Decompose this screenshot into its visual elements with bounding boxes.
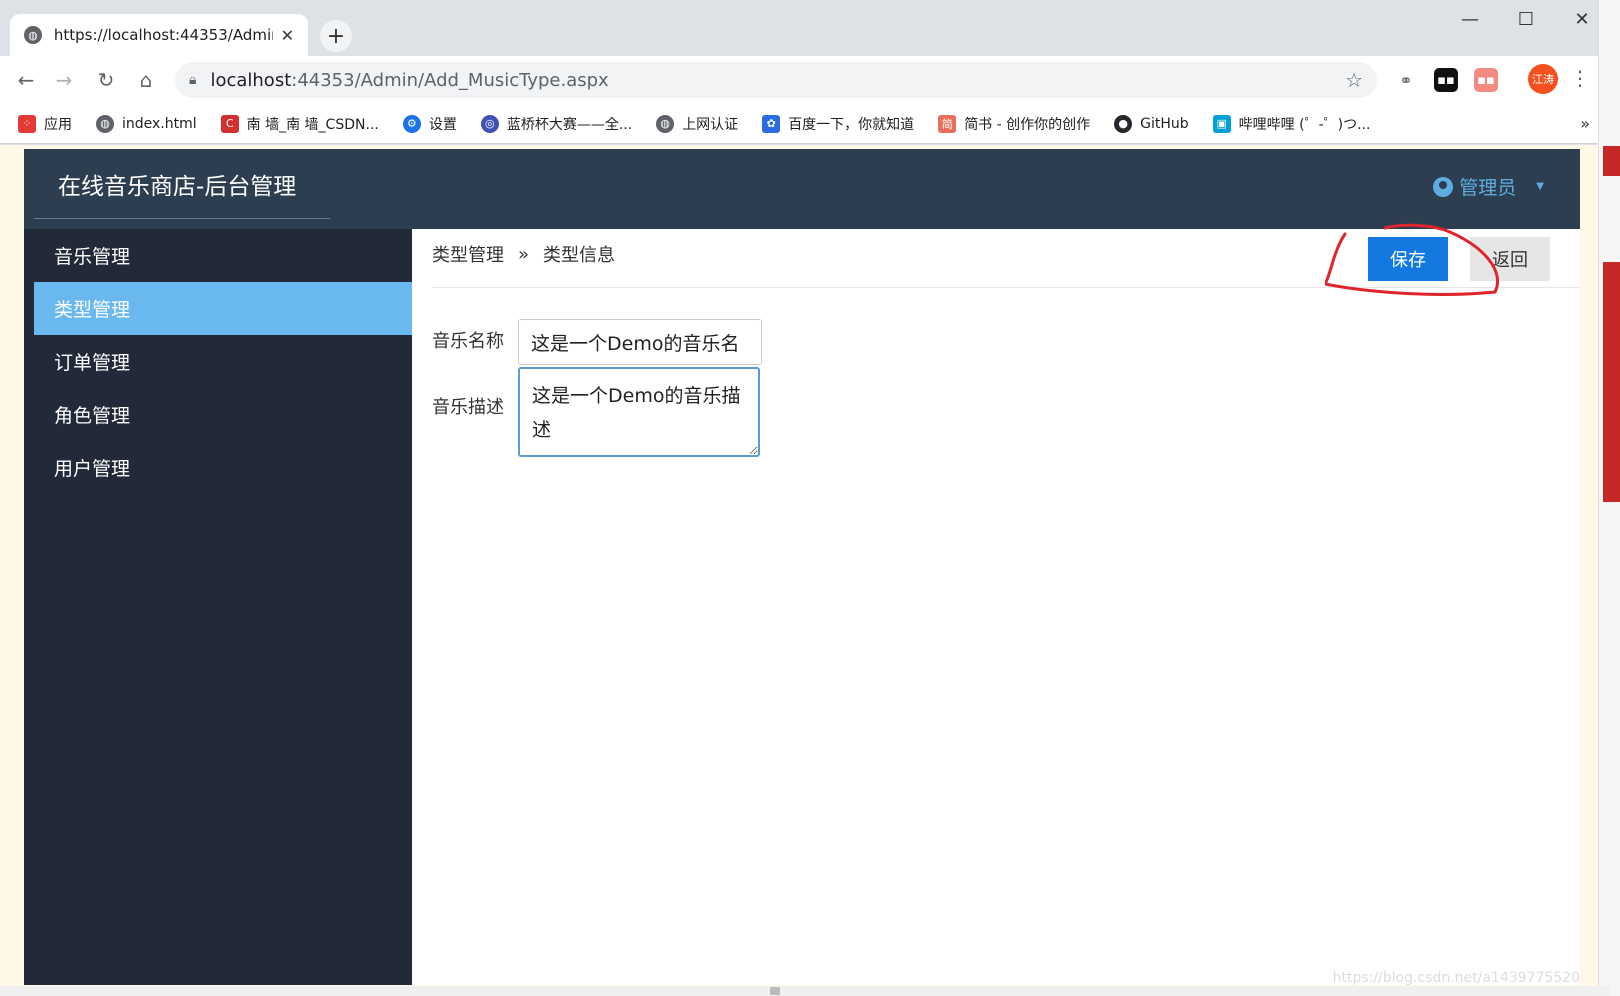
sidebar-item-music[interactable]: 音乐管理: [34, 229, 412, 282]
sidebar-item-label: 订单管理: [54, 352, 131, 374]
caret-down-icon: ▼: [1536, 181, 1544, 192]
bookmark-star-icon[interactable]: ☆: [1345, 68, 1363, 92]
sidebar-item-orders[interactable]: 订单管理: [34, 335, 412, 388]
globe-icon: ◍: [24, 26, 42, 44]
music-desc-label: 音乐描述: [432, 397, 504, 418]
bookmark-label: 设置: [428, 116, 457, 133]
user-name: 管理员: [1459, 177, 1517, 199]
breadcrumb-divider: [432, 287, 1580, 288]
minimize-icon[interactable]: —: [1450, 6, 1490, 32]
new-tab-button[interactable]: +: [320, 20, 352, 52]
sidebar-item-label: 类型管理: [54, 299, 131, 321]
bookmark-item[interactable]: ◍ index.html: [96, 114, 197, 133]
gear-icon: ⚙: [402, 114, 421, 133]
sidebar-item-types[interactable]: 类型管理: [34, 282, 412, 335]
bookmark-item[interactable]: ⁘ 应用: [18, 114, 72, 134]
breadcrumb-parent[interactable]: 类型管理: [432, 241, 504, 267]
bookmark-label: GitHub: [1140, 115, 1189, 132]
url-path: :44353/Admin/Add_MusicType.aspx: [291, 69, 609, 91]
bookmark-label: 哔哩哔哩 (゜-゜)つ...: [1238, 116, 1371, 133]
bookmark-item[interactable]: 简简书 - 创作你的创作: [938, 114, 1090, 134]
baidu-paw-icon: ✿: [762, 114, 781, 133]
close-window-icon[interactable]: ✕: [1562, 6, 1602, 32]
jianshu-icon: 简: [938, 114, 957, 133]
bilibili-icon: ▣: [1212, 114, 1231, 133]
apps-grid-icon: ⁘: [18, 114, 36, 133]
bookmark-label: 应用: [44, 116, 72, 133]
music-name-label: 音乐名称: [432, 331, 504, 352]
extension-link-icon[interactable]: ⚭: [1394, 68, 1418, 92]
extension-dark-icon[interactable]: ▪▪: [1434, 68, 1458, 92]
bookmarks-bar: ⁘ 应用 ◍ index.html C 南 墙_南 墙_CSDN... ⚙ 设置 ◎ 蓝桥…: [0, 104, 1610, 144]
lock-icon: 🔒︎: [189, 72, 197, 88]
music-name-input[interactable]: [518, 319, 762, 365]
reload-icon[interactable]: ↻: [92, 66, 120, 94]
url-host: localhost: [210, 69, 292, 91]
tab-title: https://localhost:44353/Admin/Add_MusicT…: [53, 26, 273, 44]
music-desc-textarea[interactable]: 这是一个Demo的音乐描述: [518, 367, 760, 457]
bookmark-label: index.html: [122, 115, 197, 132]
lanqiao-icon: ◎: [480, 114, 499, 133]
back-button[interactable]: 返回: [1470, 237, 1550, 281]
save-button[interactable]: 保存: [1368, 237, 1448, 281]
app-brand-title: 在线音乐商店-后台管理: [34, 149, 330, 219]
bookmark-label: 蓝桥杯大赛——全...: [506, 116, 633, 133]
main-content: 类型管理 » 类型信息 保存 返回 音乐名称 音乐描述 这是一个Demo的音乐描…: [412, 229, 1580, 985]
bookmark-item[interactable]: ◎ 蓝桥杯大赛——全...: [480, 114, 633, 134]
bookmark-label: 南 墙_南 墙_CSDN...: [246, 116, 379, 133]
breadcrumb-separator: »: [518, 243, 530, 265]
app-header: 在线音乐商店-后台管理 管理员 ▼: [24, 149, 1580, 229]
admin-app: 在线音乐商店-后台管理 管理员 ▼ 音乐管理 类型管理 订单管理 角色管理 用户…: [24, 149, 1580, 985]
bookmark-item[interactable]: ● GitHub: [1114, 114, 1189, 133]
breadcrumb: 类型管理 » 类型信息: [432, 241, 615, 267]
back-arrow-icon[interactable]: ←: [12, 66, 40, 94]
page-viewport: 在线音乐商店-后台管理 管理员 ▼ 音乐管理 类型管理 订单管理 角色管理 用户…: [0, 145, 1610, 996]
bookmarks-overflow-icon[interactable]: »: [1580, 114, 1590, 133]
background-window-edge: [1598, 0, 1620, 996]
user-menu[interactable]: 管理员 ▼: [1433, 173, 1544, 200]
bookmark-item[interactable]: C 南 墙_南 墙_CSDN...: [220, 114, 379, 134]
sidebar-item-label: 角色管理: [54, 405, 131, 427]
bookmark-item[interactable]: ✿ 百度一下，你就知道: [762, 114, 914, 134]
profile-avatar[interactable]: 江涛: [1528, 64, 1558, 94]
globe-icon: ◍: [656, 114, 675, 133]
globe-icon: ◍: [96, 114, 114, 133]
github-icon: ●: [1114, 114, 1133, 133]
bookmark-item[interactable]: ◍ 上网认证: [656, 114, 738, 134]
csdn-icon: C: [220, 114, 239, 133]
bookmark-item[interactable]: ▣ 哔哩哔哩 (゜-゜)つ...: [1212, 114, 1371, 134]
bookmark-label: 上网认证: [682, 116, 739, 133]
browser-chrome: ◍ https://localhost:44353/Admin/Add_Musi…: [0, 0, 1610, 145]
close-tab-icon[interactable]: ✕: [281, 26, 294, 45]
watermark: https://blog.csdn.net/a1439775520: [1332, 970, 1580, 986]
forward-arrow-icon[interactable]: →: [50, 66, 78, 94]
extension-red-icon[interactable]: ▪▪: [1474, 68, 1498, 92]
background-mark: [1603, 146, 1620, 176]
sidebar-item-label: 用户管理: [54, 458, 131, 480]
browser-toolbar: ← → ↻ ⌂ 🔒︎ localhost:44353/Admin/Add_Mus…: [0, 56, 1610, 104]
sidebar: 音乐管理 类型管理 订单管理 角色管理 用户管理: [24, 229, 412, 985]
bookmark-label: 简书 - 创作你的创作: [964, 116, 1091, 133]
breadcrumb-current: 类型信息: [543, 245, 616, 266]
background-mark: [1603, 262, 1620, 502]
scrollbar-thumb[interactable]: [770, 987, 780, 995]
home-icon[interactable]: ⌂: [132, 66, 160, 94]
bookmark-item[interactable]: ⚙ 设置: [402, 114, 457, 134]
bookmark-label: 百度一下，你就知道: [788, 116, 915, 133]
sidebar-item-users[interactable]: 用户管理: [34, 441, 412, 494]
maximize-icon[interactable]: ☐: [1506, 6, 1546, 32]
user-circle-icon: [1433, 176, 1454, 197]
horizontal-scrollbar[interactable]: [0, 986, 1610, 996]
menu-kebab-icon[interactable]: ⋮: [1570, 66, 1590, 90]
address-bar[interactable]: 🔒︎ localhost:44353/Admin/Add_MusicType.a…: [175, 62, 1377, 98]
sidebar-item-roles[interactable]: 角色管理: [34, 388, 412, 441]
tab-strip: ◍ https://localhost:44353/Admin/Add_Musi…: [0, 0, 1610, 56]
browser-tab-active[interactable]: ◍ https://localhost:44353/Admin/Add_Musi…: [10, 14, 308, 56]
sidebar-item-label: 音乐管理: [54, 246, 131, 268]
